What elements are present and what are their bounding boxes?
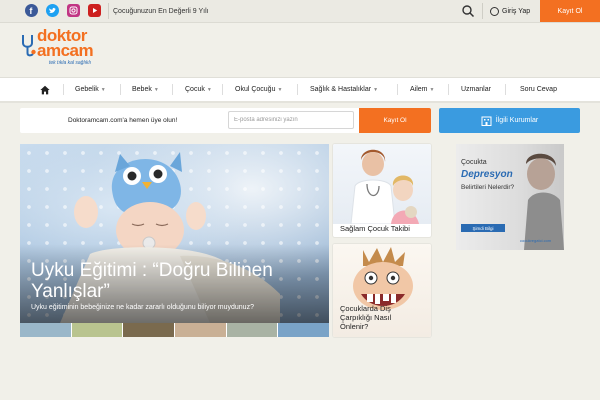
card-image	[333, 144, 431, 225]
top-news-link[interactable]: Çocuğunuzun En Değerli 9 Yılı	[113, 0, 209, 22]
divider	[505, 84, 506, 95]
card-title[interactable]: Sağlam Çocuk Takibi	[340, 224, 410, 233]
nav-item-soru-cevap[interactable]: Soru Cevap	[520, 78, 557, 101]
svg-text:f: f	[29, 6, 33, 16]
nav-label: Çocuk	[185, 86, 205, 93]
divider	[63, 84, 64, 95]
site-logo[interactable]: doktor amcam tek tıkla kal sağlıklı	[19, 26, 119, 71]
ad-source: cocukregatci.com	[520, 238, 552, 243]
search-icon[interactable]	[461, 4, 475, 18]
divider	[397, 84, 398, 95]
article-card[interactable]: Sağlam Çocuk Takibi	[333, 144, 431, 237]
subscribe-text: Doktoramcam.com'a hemen üye olun!	[68, 117, 178, 124]
chevron-down-icon: ▼	[100, 86, 106, 93]
thumbnail[interactable]	[175, 323, 226, 337]
thumbnail[interactable]	[278, 323, 329, 337]
thumbnail[interactable]	[123, 323, 175, 337]
twitter-icon[interactable]	[46, 4, 59, 17]
nav-item-bebek[interactable]: Bebek ▼	[132, 78, 159, 101]
featured-article[interactable]: Uyku Eğitimi : “Doğru Bilinen Yanlışlar”…	[20, 144, 329, 337]
nav-label: Uzmanlar	[461, 86, 491, 93]
nav-item-cocuk[interactable]: Çocuk ▼	[185, 78, 212, 101]
chevron-down-icon: ▼	[429, 86, 435, 93]
hero-title[interactable]: Uyku Eğitimi : “Doğru Bilinen Yanlışlar”	[31, 260, 321, 302]
login-label: Giriş Yap	[502, 7, 531, 15]
thumbnail[interactable]	[71, 323, 123, 337]
subscribe-bar: Doktoramcam.com'a hemen üye olun! Kayıt …	[20, 108, 431, 133]
article-card[interactable]: Çocuklarda Diş Çarpıklığı Nasıl Önlenir?	[333, 244, 431, 337]
divider	[172, 84, 173, 95]
thumbnail[interactable]	[20, 323, 71, 337]
ad-text: Çocukta	[461, 159, 487, 166]
divider	[108, 3, 109, 19]
institutions-button[interactable]: İlgili Kurumlar	[439, 108, 580, 133]
nav-item-okul-cocugu[interactable]: Okul Çocuğu ▼	[235, 78, 282, 101]
chevron-down-icon: ▼	[373, 86, 379, 93]
doctor-child-illustration	[350, 149, 419, 225]
nav-label: Soru Cevap	[520, 86, 557, 93]
nav-label: Bebek	[132, 86, 152, 93]
divider	[297, 84, 298, 95]
nav-label: Okul Çocuğu	[235, 86, 276, 93]
divider	[448, 84, 449, 95]
chevron-down-icon: ▼	[153, 86, 159, 93]
logo-tagline: tek tıkla kal sağlıklı	[49, 60, 91, 66]
divider	[222, 84, 223, 95]
nav-label: Sağlık & Hastalıklar	[310, 86, 372, 93]
building-icon	[481, 116, 492, 126]
nav-label: Ailem	[410, 86, 428, 93]
chevron-down-icon: ▼	[206, 86, 212, 93]
nav-item-uzmanlar[interactable]: Uzmanlar	[461, 78, 491, 101]
chevron-down-icon: ▼	[277, 86, 283, 93]
nav-home[interactable]	[40, 78, 50, 101]
logo-text-amcam: amcam	[37, 41, 94, 60]
card-title[interactable]: Çocuklarda Diş Çarpıklığı Nasıl Önlenir?	[340, 304, 410, 331]
hero-thumbnails	[20, 323, 329, 337]
thumbnail[interactable]	[226, 323, 278, 337]
ad-text: Belirtileri Nelerdir?	[461, 184, 515, 191]
hero-subtitle: Uyku eğitiminin bebeğinize ne kadar zara…	[31, 304, 254, 311]
nav-item-saglik-hastaliklar[interactable]: Sağlık & Hastalıklar ▼	[310, 78, 378, 101]
nav-label: Gebelik	[75, 86, 99, 93]
stethoscope-icon	[22, 35, 36, 57]
ad-button[interactable]: Şimdi Bilgi	[461, 224, 505, 232]
divider	[482, 3, 483, 19]
login-button[interactable]: Giriş Yap	[490, 0, 530, 22]
facebook-icon[interactable]: f	[25, 4, 38, 17]
home-icon	[40, 85, 50, 94]
nav-item-gebelik[interactable]: Gebelik ▼	[75, 78, 106, 101]
user-icon	[490, 6, 499, 16]
subscribe-button[interactable]: Kayıt Ol	[359, 108, 431, 133]
advertisement[interactable]: Çocukta Depresyon Belirtileri Nelerdir? …	[456, 144, 564, 250]
nav-item-ailem[interactable]: Ailem ▼	[410, 78, 434, 101]
email-field[interactable]	[228, 111, 354, 129]
top-bar: f Çocuğunuzun En Değerli 9 Yılı Giriş Ya…	[0, 0, 600, 23]
divider	[120, 84, 121, 95]
ad-headline: Depresyon	[461, 169, 513, 180]
institutions-label: İlgili Kurumlar	[495, 117, 539, 124]
youtube-icon[interactable]	[88, 4, 101, 17]
instagram-icon[interactable]	[67, 4, 80, 17]
main-nav: Gebelik ▼ Bebek ▼ Çocuk ▼ Okul Çocuğu ▼ Sağl…	[0, 77, 600, 103]
register-button[interactable]: Kayıt Ol	[540, 0, 600, 22]
